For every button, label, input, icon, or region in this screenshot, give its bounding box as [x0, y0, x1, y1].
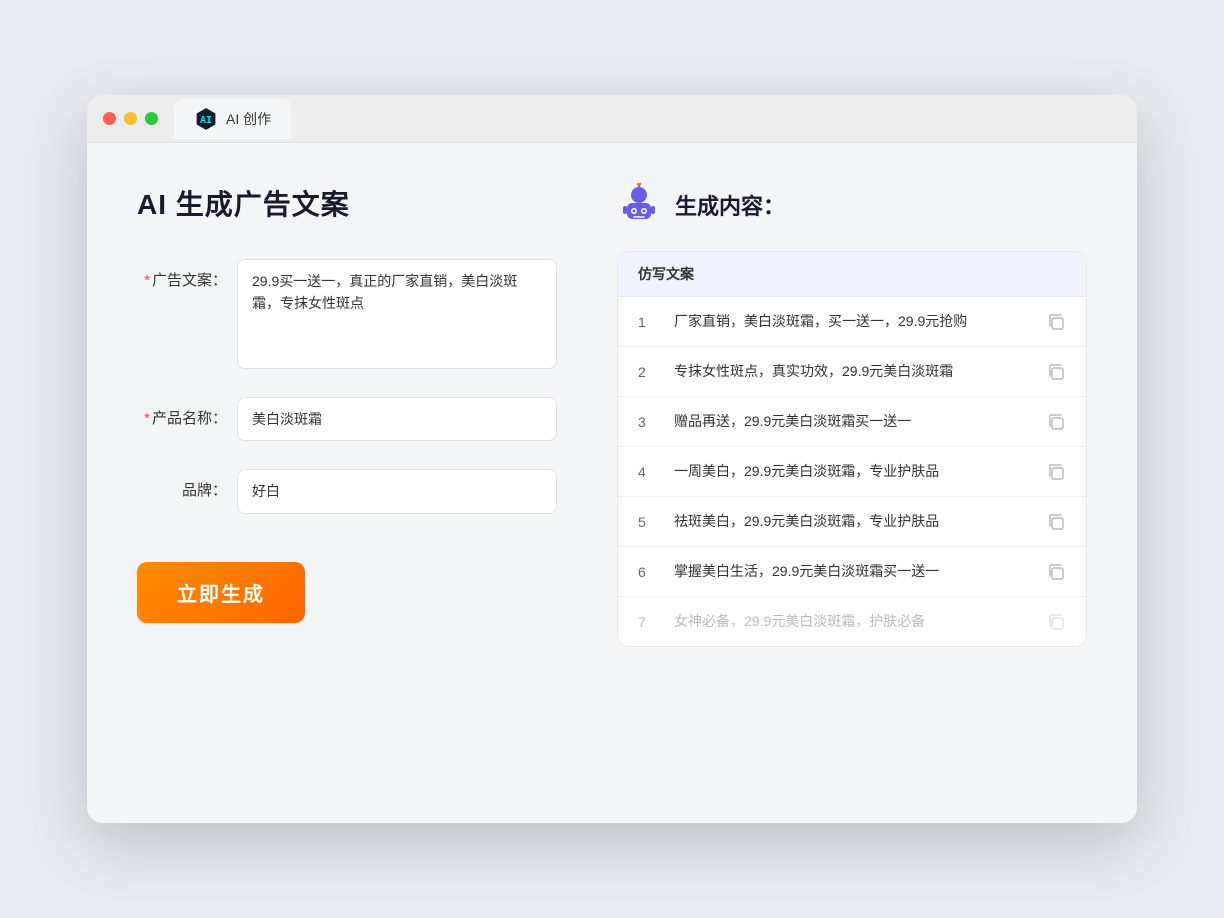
- copy-icon[interactable]: [1046, 612, 1066, 632]
- table-row: 3 赠品再送，29.9元美白淡斑霜买一送一: [618, 397, 1086, 447]
- generate-button[interactable]: 立即生成: [137, 562, 305, 623]
- brand-group: 品牌：: [137, 469, 557, 513]
- row-number: 3: [638, 414, 658, 430]
- table-header: 仿写文案: [618, 252, 1086, 297]
- result-table: 仿写文案 1 厂家直销，美白淡斑霜，买一送一，29.9元抢购 2 专抹女性斑点，…: [617, 251, 1087, 647]
- minimize-button[interactable]: [124, 112, 137, 125]
- row-number: 7: [638, 614, 658, 630]
- product-name-label: *产品名称：: [137, 397, 227, 428]
- row-text: 女神必备，29.9元美白淡斑霜，护肤必备: [674, 611, 1030, 632]
- row-number: 1: [638, 314, 658, 330]
- required-star-2: *: [144, 410, 150, 427]
- browser-window: AI AI 创作 AI 生成广告文案 *广告文案： 29.9买一送一，真正的厂家…: [87, 95, 1137, 823]
- row-text: 掌握美白生活，29.9元美白淡斑霜买一送一: [674, 561, 1030, 582]
- row-text: 一周美白，29.9元美白淡斑霜，专业护肤品: [674, 461, 1030, 482]
- robot-icon: [617, 183, 661, 227]
- brand-input[interactable]: [237, 469, 557, 513]
- row-number: 2: [638, 364, 658, 380]
- ad-copy-input[interactable]: 29.9买一送一，真正的厂家直销，美白淡斑霜，专抹女性斑点: [237, 259, 557, 369]
- row-text: 厂家直销，美白淡斑霜，买一送一，29.9元抢购: [674, 311, 1030, 332]
- row-text: 专抹女性斑点，真实功效，29.9元美白淡斑霜: [674, 361, 1030, 382]
- table-row: 1 厂家直销，美白淡斑霜，买一送一，29.9元抢购: [618, 297, 1086, 347]
- right-panel: 生成内容： 仿写文案 1 厂家直销，美白淡斑霜，买一送一，29.9元抢购 2 专…: [617, 183, 1087, 783]
- maximize-button[interactable]: [145, 112, 158, 125]
- close-button[interactable]: [103, 112, 116, 125]
- row-text: 赠品再送，29.9元美白淡斑霜买一送一: [674, 411, 1030, 432]
- result-header: 生成内容：: [617, 183, 1087, 227]
- svg-text:AI: AI: [200, 114, 212, 125]
- row-number: 5: [638, 514, 658, 530]
- copy-icon[interactable]: [1046, 462, 1066, 482]
- required-star-1: *: [144, 272, 150, 289]
- table-row: 2 专抹女性斑点，真实功效，29.9元美白淡斑霜: [618, 347, 1086, 397]
- tab-label: AI 创作: [226, 109, 271, 129]
- result-title: 生成内容：: [675, 189, 785, 221]
- ai-tab-icon: AI: [194, 107, 218, 131]
- product-name-input[interactable]: [237, 397, 557, 441]
- title-bar: AI AI 创作: [87, 95, 1137, 143]
- row-text: 祛斑美白，29.9元美白淡斑霜，专业护肤品: [674, 511, 1030, 532]
- product-name-group: *产品名称：: [137, 397, 557, 441]
- row-number: 6: [638, 564, 658, 580]
- copy-icon[interactable]: [1046, 362, 1066, 382]
- row-number: 4: [638, 464, 658, 480]
- table-row: 7 女神必备，29.9元美白淡斑霜，护肤必备: [618, 597, 1086, 646]
- copy-icon[interactable]: [1046, 412, 1066, 432]
- ad-copy-label: *广告文案：: [137, 259, 227, 290]
- table-row: 4 一周美白，29.9元美白淡斑霜，专业护肤品: [618, 447, 1086, 497]
- copy-icon[interactable]: [1046, 512, 1066, 532]
- page-title: AI 生成广告文案: [137, 183, 557, 223]
- copy-icon[interactable]: [1046, 562, 1066, 582]
- left-panel: AI 生成广告文案 *广告文案： 29.9买一送一，真正的厂家直销，美白淡斑霜，…: [137, 183, 557, 783]
- content-area: AI 生成广告文案 *广告文案： 29.9买一送一，真正的厂家直销，美白淡斑霜，…: [87, 143, 1137, 823]
- copy-icon[interactable]: [1046, 312, 1066, 332]
- table-row: 6 掌握美白生活，29.9元美白淡斑霜买一送一: [618, 547, 1086, 597]
- table-row: 5 祛斑美白，29.9元美白淡斑霜，专业护肤品: [618, 497, 1086, 547]
- ad-copy-group: *广告文案： 29.9买一送一，真正的厂家直销，美白淡斑霜，专抹女性斑点: [137, 259, 557, 369]
- ai-tab[interactable]: AI AI 创作: [174, 99, 291, 139]
- traffic-lights: [103, 112, 158, 125]
- brand-label: 品牌：: [137, 469, 227, 500]
